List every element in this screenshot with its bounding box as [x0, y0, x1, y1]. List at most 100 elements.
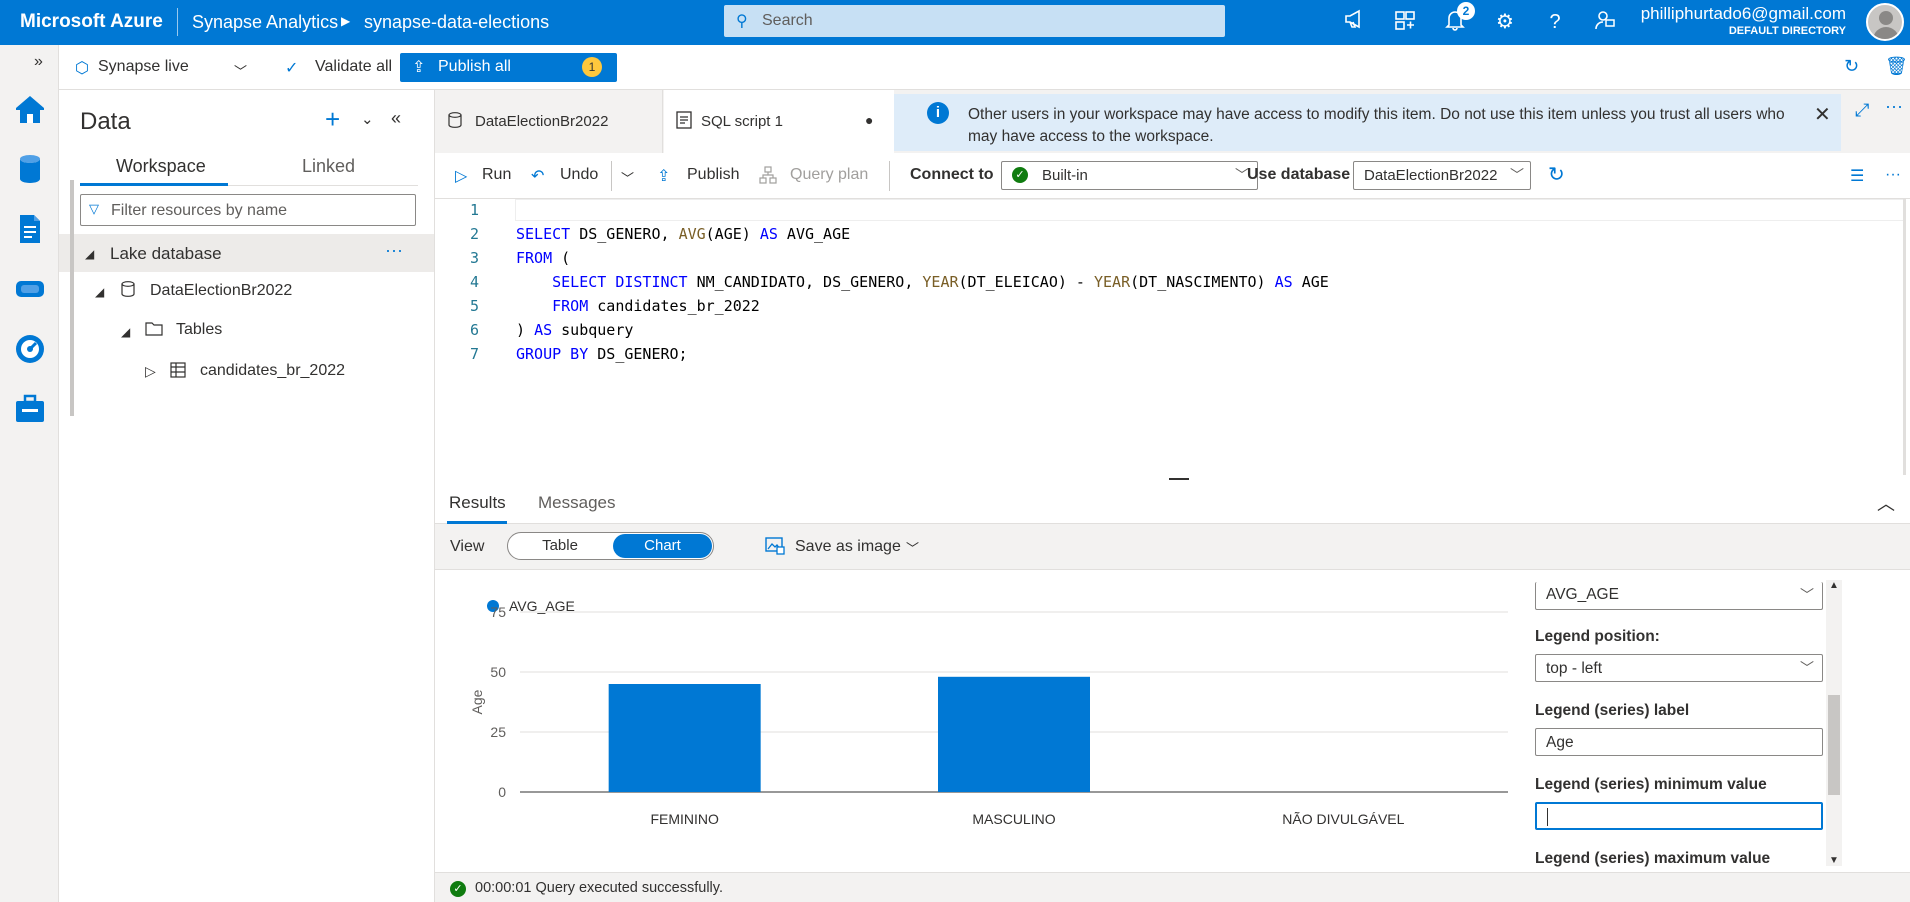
connect-to-select[interactable]: ✓ Built-in ﹀	[1001, 161, 1258, 190]
collapse-results-icon[interactable]: ︿	[1877, 490, 1895, 516]
more-options-icon[interactable]: ···	[385, 240, 403, 261]
chevron-down-icon[interactable]: ﹀	[234, 61, 247, 80]
publish-icon: ⇪	[412, 59, 426, 76]
tab-label: SQL script 1	[701, 113, 783, 130]
tab-results[interactable]: Results	[449, 493, 506, 513]
active-tab-indicator	[80, 183, 228, 186]
undo-button[interactable]: Undo	[560, 166, 598, 184]
discard-all-icon[interactable]: 🗑	[1885, 56, 1908, 77]
tab-linked[interactable]: Linked	[302, 156, 355, 177]
close-icon[interactable]: ✕	[1814, 102, 1831, 127]
announcement-icon[interactable]	[1342, 9, 1368, 35]
panel-scrollbar[interactable]	[70, 180, 74, 416]
success-check-icon: ✓	[450, 881, 466, 897]
view-toggle[interactable]: Table Chart	[507, 532, 714, 560]
scroll-up-icon[interactable]: ▲	[1829, 580, 1839, 591]
validate-icon: ✓	[285, 60, 299, 77]
breadcrumb-workspace[interactable]: synapse-data-elections	[364, 12, 549, 33]
refresh-icon[interactable]: ↻	[1548, 162, 1565, 187]
results-view-bar: View Table Chart Save as image ﹀	[435, 524, 1910, 570]
text-caret	[1547, 808, 1548, 826]
more-options-icon[interactable]: ···	[1885, 166, 1901, 184]
filter-input[interactable]: ▽ Filter resources by name	[80, 194, 416, 226]
y-tick-label: 25	[490, 724, 506, 740]
chevron-down-icon[interactable]: ﹀	[906, 538, 919, 557]
tree-item-lake-database[interactable]: ◢ Lake database ···	[59, 234, 434, 272]
synapse-live-mode[interactable]: Synapse live	[98, 58, 189, 76]
chevron-down-icon: ﹀	[1510, 167, 1524, 183]
legend-position-value: top - left	[1546, 660, 1602, 677]
undo-icon: ↶	[531, 168, 545, 185]
home-icon[interactable]	[13, 92, 47, 126]
use-database-select[interactable]: DataElectionBr2022 ﹀	[1353, 161, 1531, 190]
query-plan-icon	[759, 166, 777, 189]
breadcrumb-service[interactable]: Synapse Analytics	[192, 12, 338, 33]
chevron-down-icon[interactable]: ﹀	[621, 168, 634, 187]
synapse-live-icon: ⬡	[75, 60, 89, 77]
legend-position-select[interactable]: top - left ﹀	[1535, 654, 1823, 682]
expanded-triangle-icon[interactable]: ◢	[95, 285, 104, 299]
tab-messages[interactable]: Messages	[538, 493, 615, 513]
code-line: GROUP BY DS_GENERO;	[516, 345, 688, 363]
more-options-icon[interactable]: ···	[1885, 96, 1903, 117]
properties-icon[interactable]: ☰	[1850, 166, 1864, 186]
add-resource-icon[interactable]: +	[325, 104, 340, 135]
publish-all-label: Publish all	[438, 58, 511, 75]
scrollbar-thumb[interactable]	[1828, 695, 1840, 795]
workspace-command-bar: ⬡ Synapse live ﹀ ✓ Validate all ⇪ Publis…	[59, 45, 1910, 90]
settings-scrollbar[interactable]: ▲ ▼	[1826, 580, 1842, 866]
tree-item-table[interactable]: ▷ candidates_br_2022	[59, 352, 434, 390]
tree-item-tables[interactable]: ◢ Tables	[59, 312, 434, 350]
expanded-triangle-icon[interactable]: ◢	[85, 247, 94, 261]
code-line: SELECT DS_GENERO, AVG(AGE) AS AVG_AGE	[516, 225, 851, 243]
chevron-down-icon: ﹀	[1800, 587, 1814, 603]
manage-hub-icon[interactable]	[13, 392, 47, 426]
help-icon[interactable]: ?	[1542, 9, 1568, 35]
y-tick-label: 75	[490, 604, 506, 620]
collapsed-triangle-icon[interactable]: ▷	[145, 363, 156, 380]
search-icon: ⚲	[736, 13, 748, 30]
expand-nav-icon[interactable]: »	[34, 53, 43, 71]
sql-code-editor[interactable]: 1 2 3 4 5 6 7 SELECT DS_GENERO, AVG(AGE)…	[435, 199, 1910, 475]
tab-sql-script[interactable]: SQL script 1 ●	[664, 90, 894, 153]
editor-scrollbar[interactable]	[1903, 199, 1906, 475]
tab-workspace[interactable]: Workspace	[116, 156, 206, 177]
series-value: AVG_AGE	[1546, 586, 1619, 603]
code-line: ) AS subquery	[516, 321, 634, 339]
refresh-icon[interactable]: ↻	[1844, 56, 1859, 77]
feedback-icon[interactable]	[1592, 9, 1618, 35]
expanded-triangle-icon[interactable]: ◢	[121, 325, 130, 339]
database-icon	[448, 112, 462, 132]
data-hub-icon[interactable]	[13, 152, 47, 186]
monitor-hub-icon[interactable]	[13, 332, 47, 366]
avatar[interactable]	[1866, 3, 1904, 41]
y-axis-label: Age	[469, 689, 485, 714]
legend-min-input[interactable]	[1535, 802, 1823, 830]
search-box[interactable]: ⚲ Search	[724, 5, 1225, 37]
directory-switch-icon[interactable]	[1392, 9, 1418, 35]
series-select[interactable]: AVG_AGE ﹀	[1535, 582, 1823, 610]
legend-label-input[interactable]: Age	[1535, 728, 1823, 756]
settings-gear-icon[interactable]: ⚙	[1492, 9, 1518, 35]
integrate-hub-icon[interactable]	[13, 272, 47, 306]
azure-brand-link[interactable]: Microsoft Azure	[20, 11, 163, 33]
scroll-down-icon[interactable]: ▼	[1829, 855, 1839, 866]
publish-button[interactable]: Publish	[687, 166, 739, 184]
view-chart-option[interactable]: Chart	[613, 534, 712, 558]
tree-item-database[interactable]: ◢ DataElectionBr2022	[59, 272, 434, 310]
account-menu[interactable]: philliphurtado6@gmail.com DEFAULT DIRECT…	[1641, 4, 1846, 37]
expand-all-icon[interactable]: ⌄	[361, 110, 374, 128]
view-table-option[interactable]: Table	[508, 533, 612, 559]
query-plan-button[interactable]: Query plan	[790, 166, 868, 184]
validate-all-button[interactable]: Validate all	[315, 58, 392, 76]
run-button[interactable]: Run	[482, 166, 511, 184]
collapse-panel-icon[interactable]: «	[391, 108, 401, 129]
current-line-highlight	[515, 199, 1905, 221]
legend-position-label: Legend position:	[1535, 628, 1660, 645]
save-as-image-button[interactable]: Save as image	[795, 538, 901, 556]
develop-hub-icon[interactable]	[13, 212, 47, 246]
data-panel: Data + ⌄ « Workspace Linked ▽ Filter res…	[59, 90, 435, 902]
breadcrumb-arrow-icon: ▶	[341, 14, 351, 28]
maximize-icon[interactable]: ⤢	[1855, 100, 1869, 121]
tab-database[interactable]: DataElectionBr2022	[435, 90, 663, 153]
